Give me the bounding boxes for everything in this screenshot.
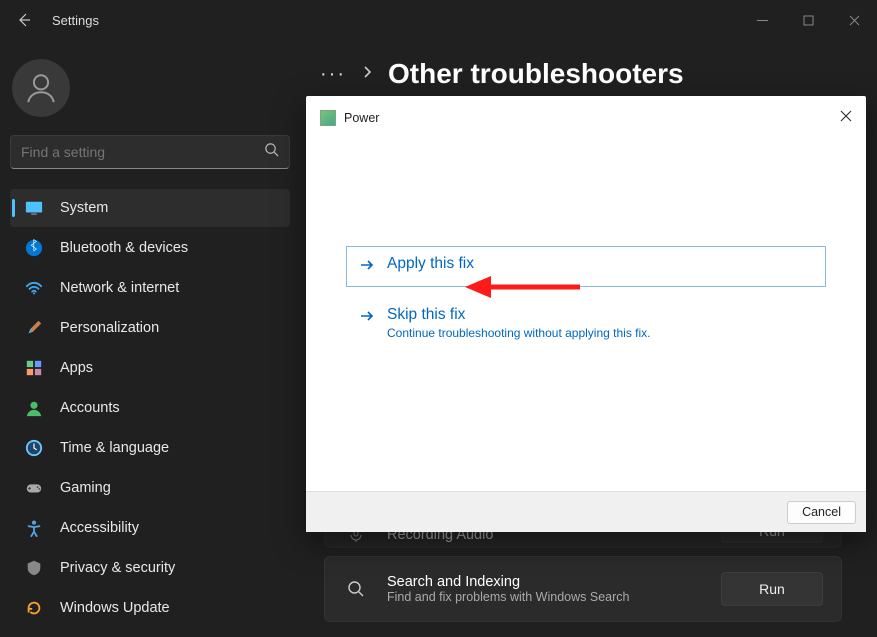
close-icon xyxy=(849,15,860,26)
sidebar-item-accessibility[interactable]: Accessibility xyxy=(10,509,290,547)
arrow-right-icon xyxy=(359,257,375,278)
sidebar-item-personalization[interactable]: Personalization xyxy=(10,309,290,347)
sidebar-item-label: Gaming xyxy=(60,480,111,496)
apply-fix-option[interactable]: Apply this fix xyxy=(346,246,826,287)
search-icon xyxy=(264,142,279,162)
accessibility-icon xyxy=(24,518,44,538)
sidebar-item-accounts[interactable]: Accounts xyxy=(10,389,290,427)
search-box[interactable] xyxy=(10,135,290,169)
dialog-header: Power xyxy=(306,96,866,126)
troubleshooter-dialog: Power Apply this fix Skip this fix Conti… xyxy=(306,96,866,532)
dialog-body: Apply this fix Skip this fix Continue tr… xyxy=(306,126,866,491)
skip-fix-option[interactable]: Skip this fix Continue troubleshooting w… xyxy=(346,297,826,349)
search-input[interactable] xyxy=(21,144,264,160)
sidebar-item-gaming[interactable]: Gaming xyxy=(10,469,290,507)
dialog-title: Power xyxy=(344,111,379,125)
sidebar-item-time-language[interactable]: Time & language xyxy=(10,429,290,467)
sidebar-item-label: System xyxy=(60,200,108,216)
breadcrumb: ··· Other troubleshooters xyxy=(320,58,684,90)
chevron-right-icon xyxy=(362,65,372,84)
card-subtitle: Find and fix problems with Windows Searc… xyxy=(387,590,721,604)
gamepad-icon xyxy=(24,478,44,498)
card-title: Search and Indexing xyxy=(387,574,721,590)
sidebar-item-label: Network & internet xyxy=(60,280,179,296)
apps-icon xyxy=(24,358,44,378)
arrow-right-icon xyxy=(359,308,375,329)
user-avatar[interactable] xyxy=(12,59,70,117)
sidebar-item-label: Personalization xyxy=(60,320,159,336)
update-icon xyxy=(24,598,44,618)
nav-list: System Bluetooth & devices Network & int… xyxy=(10,189,290,627)
window-buttons xyxy=(739,0,877,40)
sidebar-item-apps[interactable]: Apps xyxy=(10,349,290,387)
back-button[interactable] xyxy=(4,0,44,40)
option-label: Apply this fix xyxy=(387,255,474,273)
option-description: Continue troubleshooting without applyin… xyxy=(387,326,651,340)
person-icon xyxy=(24,398,44,418)
person-icon xyxy=(24,71,58,105)
sidebar-item-system[interactable]: System xyxy=(10,189,290,227)
sidebar-item-label: Bluetooth & devices xyxy=(60,240,188,256)
sidebar-item-label: Windows Update xyxy=(60,600,170,616)
dialog-footer: Cancel xyxy=(306,491,866,532)
sidebar: System Bluetooth & devices Network & int… xyxy=(0,45,300,637)
clock-icon xyxy=(24,438,44,458)
sidebar-item-label: Accessibility xyxy=(60,520,139,536)
maximize-icon xyxy=(803,15,814,26)
shield-icon xyxy=(24,558,44,578)
close-icon xyxy=(840,110,852,122)
sidebar-item-label: Apps xyxy=(60,360,93,376)
sidebar-item-privacy[interactable]: Privacy & security xyxy=(10,549,290,587)
wifi-icon xyxy=(24,278,44,298)
sidebar-item-label: Accounts xyxy=(60,400,120,416)
sidebar-item-windows-update[interactable]: Windows Update xyxy=(10,589,290,627)
close-button[interactable] xyxy=(831,0,877,40)
minimize-button[interactable] xyxy=(739,0,785,40)
troubleshooter-card[interactable]: Search and Indexing Find and fix problem… xyxy=(324,556,842,622)
sidebar-item-label: Privacy & security xyxy=(60,560,175,576)
page-title: Other troubleshooters xyxy=(388,58,684,90)
troubleshooter-cards: Recording Audio Run Search and Indexing … xyxy=(324,518,842,630)
bluetooth-icon xyxy=(24,238,44,258)
sidebar-item-bluetooth[interactable]: Bluetooth & devices xyxy=(10,229,290,267)
monitor-icon xyxy=(24,198,44,218)
cancel-button[interactable]: Cancel xyxy=(787,501,856,524)
search-icon xyxy=(343,580,369,598)
breadcrumb-overflow[interactable]: ··· xyxy=(320,63,346,86)
arrow-left-icon xyxy=(16,12,32,28)
sidebar-item-label: Time & language xyxy=(60,440,169,456)
dialog-close-button[interactable] xyxy=(834,104,858,128)
minimize-icon xyxy=(757,15,768,26)
sidebar-item-network[interactable]: Network & internet xyxy=(10,269,290,307)
maximize-button[interactable] xyxy=(785,0,831,40)
window-title: Settings xyxy=(52,13,99,28)
power-troubleshooter-icon xyxy=(320,110,336,126)
run-button[interactable]: Run xyxy=(721,572,823,606)
paintbrush-icon xyxy=(24,318,44,338)
option-label: Skip this fix xyxy=(387,306,651,324)
